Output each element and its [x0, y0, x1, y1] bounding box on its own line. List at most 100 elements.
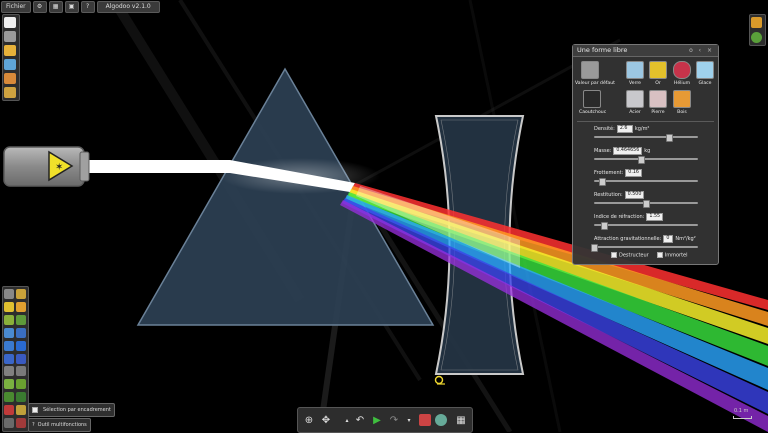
multitool-tooltip: ? Outil multifonctions [28, 418, 91, 432]
scale-label: 0.1 m [734, 408, 749, 414]
material-swatch [649, 61, 667, 79]
brush-tool-icon[interactable] [16, 327, 26, 338]
slider-knob[interactable] [601, 222, 609, 230]
restitution-property[interactable]: Restitution: 0.500 [594, 191, 698, 208]
slider-knob[interactable] [637, 156, 645, 164]
slider-knob[interactable] [591, 244, 598, 252]
selection-tool-icon[interactable] [4, 289, 14, 299]
appearance-icon[interactable] [751, 32, 762, 43]
pan-icon[interactable]: ✥ [319, 413, 333, 427]
window-icon[interactable] [4, 31, 16, 42]
save-icon[interactable]: ▣ [64, 1, 79, 13]
gear-tool-icon[interactable] [16, 392, 26, 403]
slider-knob[interactable] [665, 134, 673, 142]
gravity-attraction-property[interactable]: Attraction gravitationnelle: 0 Nm²/kg² [591, 235, 698, 252]
fixate-tool-icon[interactable] [16, 379, 26, 390]
material-stone[interactable]: Pierre [645, 90, 671, 115]
app-title: Algodoo v2.1.0 [96, 1, 160, 13]
refraction-input[interactable]: 1.55 [646, 213, 664, 221]
material-swatch [649, 90, 667, 108]
material-swatch [581, 61, 599, 79]
material-swatch [673, 90, 691, 108]
material-swatch [696, 61, 714, 79]
material-ice[interactable]: Glace [692, 61, 718, 86]
scale-tool-icon[interactable] [16, 314, 26, 325]
circle-tool-icon[interactable] [16, 340, 26, 351]
checkbox-icon[interactable] [656, 252, 663, 258]
svg-text:✶: ✶ [55, 162, 63, 173]
chain-tool-icon[interactable] [16, 366, 26, 377]
save-scene-icon[interactable] [4, 59, 16, 70]
gear-icon[interactable]: ⚙ [32, 1, 47, 13]
checkbox-icon[interactable] [611, 252, 617, 258]
material-palette-icon[interactable] [751, 17, 762, 28]
mass-slider[interactable] [594, 156, 698, 164]
plane-tool-icon[interactable] [16, 353, 26, 364]
file-menu-button[interactable]: Fichier [1, 1, 31, 13]
box-tool-icon[interactable] [4, 353, 14, 364]
restitution-slider[interactable] [594, 200, 698, 208]
laser-pen[interactable]: ✶ [3, 146, 90, 187]
material-gold[interactable]: Or [645, 61, 671, 86]
polygon-tool-icon[interactable] [4, 340, 14, 351]
refraction-slider[interactable] [594, 222, 698, 230]
browse-scenes-icon[interactable] [4, 73, 16, 84]
knife-tool-icon[interactable] [4, 327, 14, 338]
panel-window-controls[interactable]: o ‹ × [689, 45, 714, 56]
restitution-input[interactable]: 0.500 [624, 191, 645, 199]
spring-tool-icon[interactable] [4, 366, 14, 377]
mass-input[interactable]: 0.464656 [613, 147, 643, 155]
new-scene-icon[interactable] [4, 17, 16, 28]
air-friction-icon[interactable] [435, 414, 447, 426]
tracer-tool-icon[interactable] [4, 405, 14, 416]
rotate-tool-icon[interactable] [4, 314, 14, 325]
gravity-attraction-slider[interactable] [591, 244, 698, 252]
material-wood[interactable]: Bois [669, 90, 695, 115]
density-property[interactable]: Densité: 2.6 kg/m² [594, 125, 698, 142]
hinge-tool-icon[interactable] [4, 379, 14, 390]
grid-icon[interactable]: ▦ [48, 1, 63, 13]
move-tool-icon[interactable] [4, 301, 14, 312]
open-folder-icon[interactable] [4, 45, 16, 56]
material-default[interactable]: Valeur par défaut [575, 61, 615, 86]
help-icon[interactable]: ? [80, 1, 95, 13]
thruster-tool-icon[interactable] [4, 392, 14, 403]
tools-palette [2, 286, 29, 432]
eraser-tool-icon[interactable] [16, 418, 26, 429]
friction-slider[interactable] [594, 178, 698, 186]
zoom-icon[interactable]: ⊕ [302, 413, 316, 427]
zoom-tool-icon[interactable] [4, 418, 14, 429]
undo-icon[interactable]: ↶ [353, 413, 367, 427]
checkbox-icon [32, 407, 38, 413]
destructeur-checkbox[interactable]: Destructeur [611, 252, 649, 259]
friction-property[interactable]: Frottement: 0.16 [594, 169, 698, 186]
laser-tool-icon[interactable] [16, 405, 26, 416]
gravity-toggle-icon[interactable] [419, 414, 431, 426]
immortel-checkbox[interactable]: Immortel [656, 252, 688, 259]
bottom-toolbar: ⊕ ✥ ▴ ↶ ▶ ↷ ▾ ▦ [297, 407, 473, 433]
redo-icon[interactable]: ↷ [387, 413, 401, 427]
density-input[interactable]: 2.6 [616, 125, 633, 133]
material-swatch [626, 61, 644, 79]
speed-up-icon[interactable]: ▾ [402, 413, 416, 427]
density-slider[interactable] [594, 134, 698, 142]
drag-tool-icon[interactable] [16, 301, 26, 312]
lessons-icon[interactable] [4, 87, 16, 98]
panel-titlebar[interactable]: Une forme libre o ‹ × [573, 45, 718, 57]
right-toolbar [749, 14, 766, 46]
material-swatch [626, 90, 644, 108]
gravity-attraction-input[interactable]: 0 [663, 235, 674, 243]
friction-input[interactable]: 0.16 [625, 169, 642, 177]
mass-property[interactable]: Masse: 0.464656 kg [594, 147, 698, 164]
sketch-tool-icon[interactable] [16, 289, 26, 299]
slider-knob[interactable] [643, 200, 650, 208]
material-panel[interactable]: Une forme libre o ‹ × Valeur par défaut … [572, 44, 719, 265]
material-rubber[interactable]: Caoutchouc [579, 90, 606, 115]
pin-icon[interactable] [434, 375, 446, 385]
refraction-property[interactable]: Indice de réfraction: 1.55 [594, 213, 698, 230]
slider-knob[interactable] [599, 178, 607, 186]
grid-toggle-icon[interactable]: ▦ [454, 413, 468, 427]
speed-down-icon[interactable]: ▴ [340, 413, 354, 427]
panel-title: Une forme libre [577, 46, 628, 54]
play-icon[interactable]: ▶ [370, 413, 384, 427]
